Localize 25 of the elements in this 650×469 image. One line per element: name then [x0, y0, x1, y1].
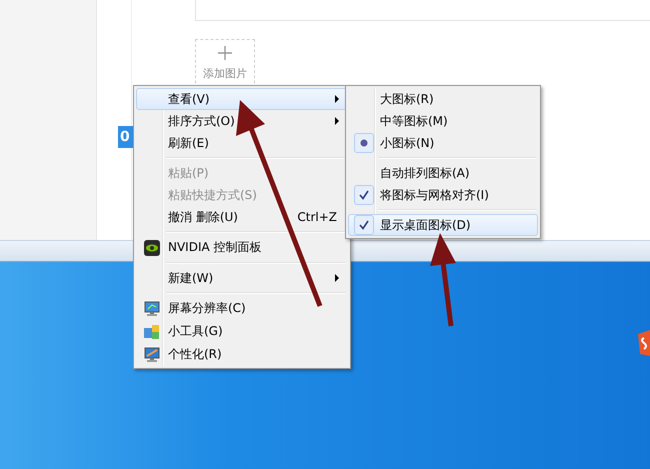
menu-item[interactable]: 小工具(G)	[136, 320, 348, 343]
gadgets-icon	[144, 324, 160, 340]
menu-item[interactable]: 撤消 删除(U) Ctrl+Z	[136, 206, 348, 228]
plus-icon	[218, 46, 232, 60]
submenu-arrow-icon	[335, 117, 339, 125]
submenu-arrow-icon	[335, 274, 339, 282]
menu-item[interactable]: 将图标与网格对齐(I)	[348, 184, 538, 206]
nvidia-icon	[144, 240, 160, 256]
menu-item[interactable]: 排序方式(O)	[136, 110, 348, 132]
menu-item[interactable]: 查看(V)	[136, 88, 348, 110]
menu-item[interactable]: 中等图标(M)	[348, 110, 538, 132]
personalize-icon	[144, 346, 160, 362]
menu-item[interactable]: 自动排列图标(A)	[348, 162, 538, 184]
menu-item[interactable]: 屏幕分辨率(C)	[136, 297, 348, 320]
menu-item[interactable]: NVIDIA 控制面板	[136, 236, 348, 259]
menu-item[interactable]: 小图标(N)	[348, 132, 538, 154]
submenu-arrow-icon	[335, 95, 339, 103]
menu-item[interactable]: 刷新(E)	[136, 132, 348, 154]
app-icon[interactable]	[638, 330, 650, 356]
menu-item[interactable]: 大图标(R)	[348, 88, 538, 110]
menu-item[interactable]: 个性化(R)	[136, 343, 348, 366]
menu-item[interactable]: 显示桌面图标(D)	[348, 214, 538, 236]
step-number-badge: 0	[118, 126, 133, 148]
monitor-icon	[144, 300, 160, 316]
menu-item[interactable]: 新建(W)	[136, 267, 348, 289]
